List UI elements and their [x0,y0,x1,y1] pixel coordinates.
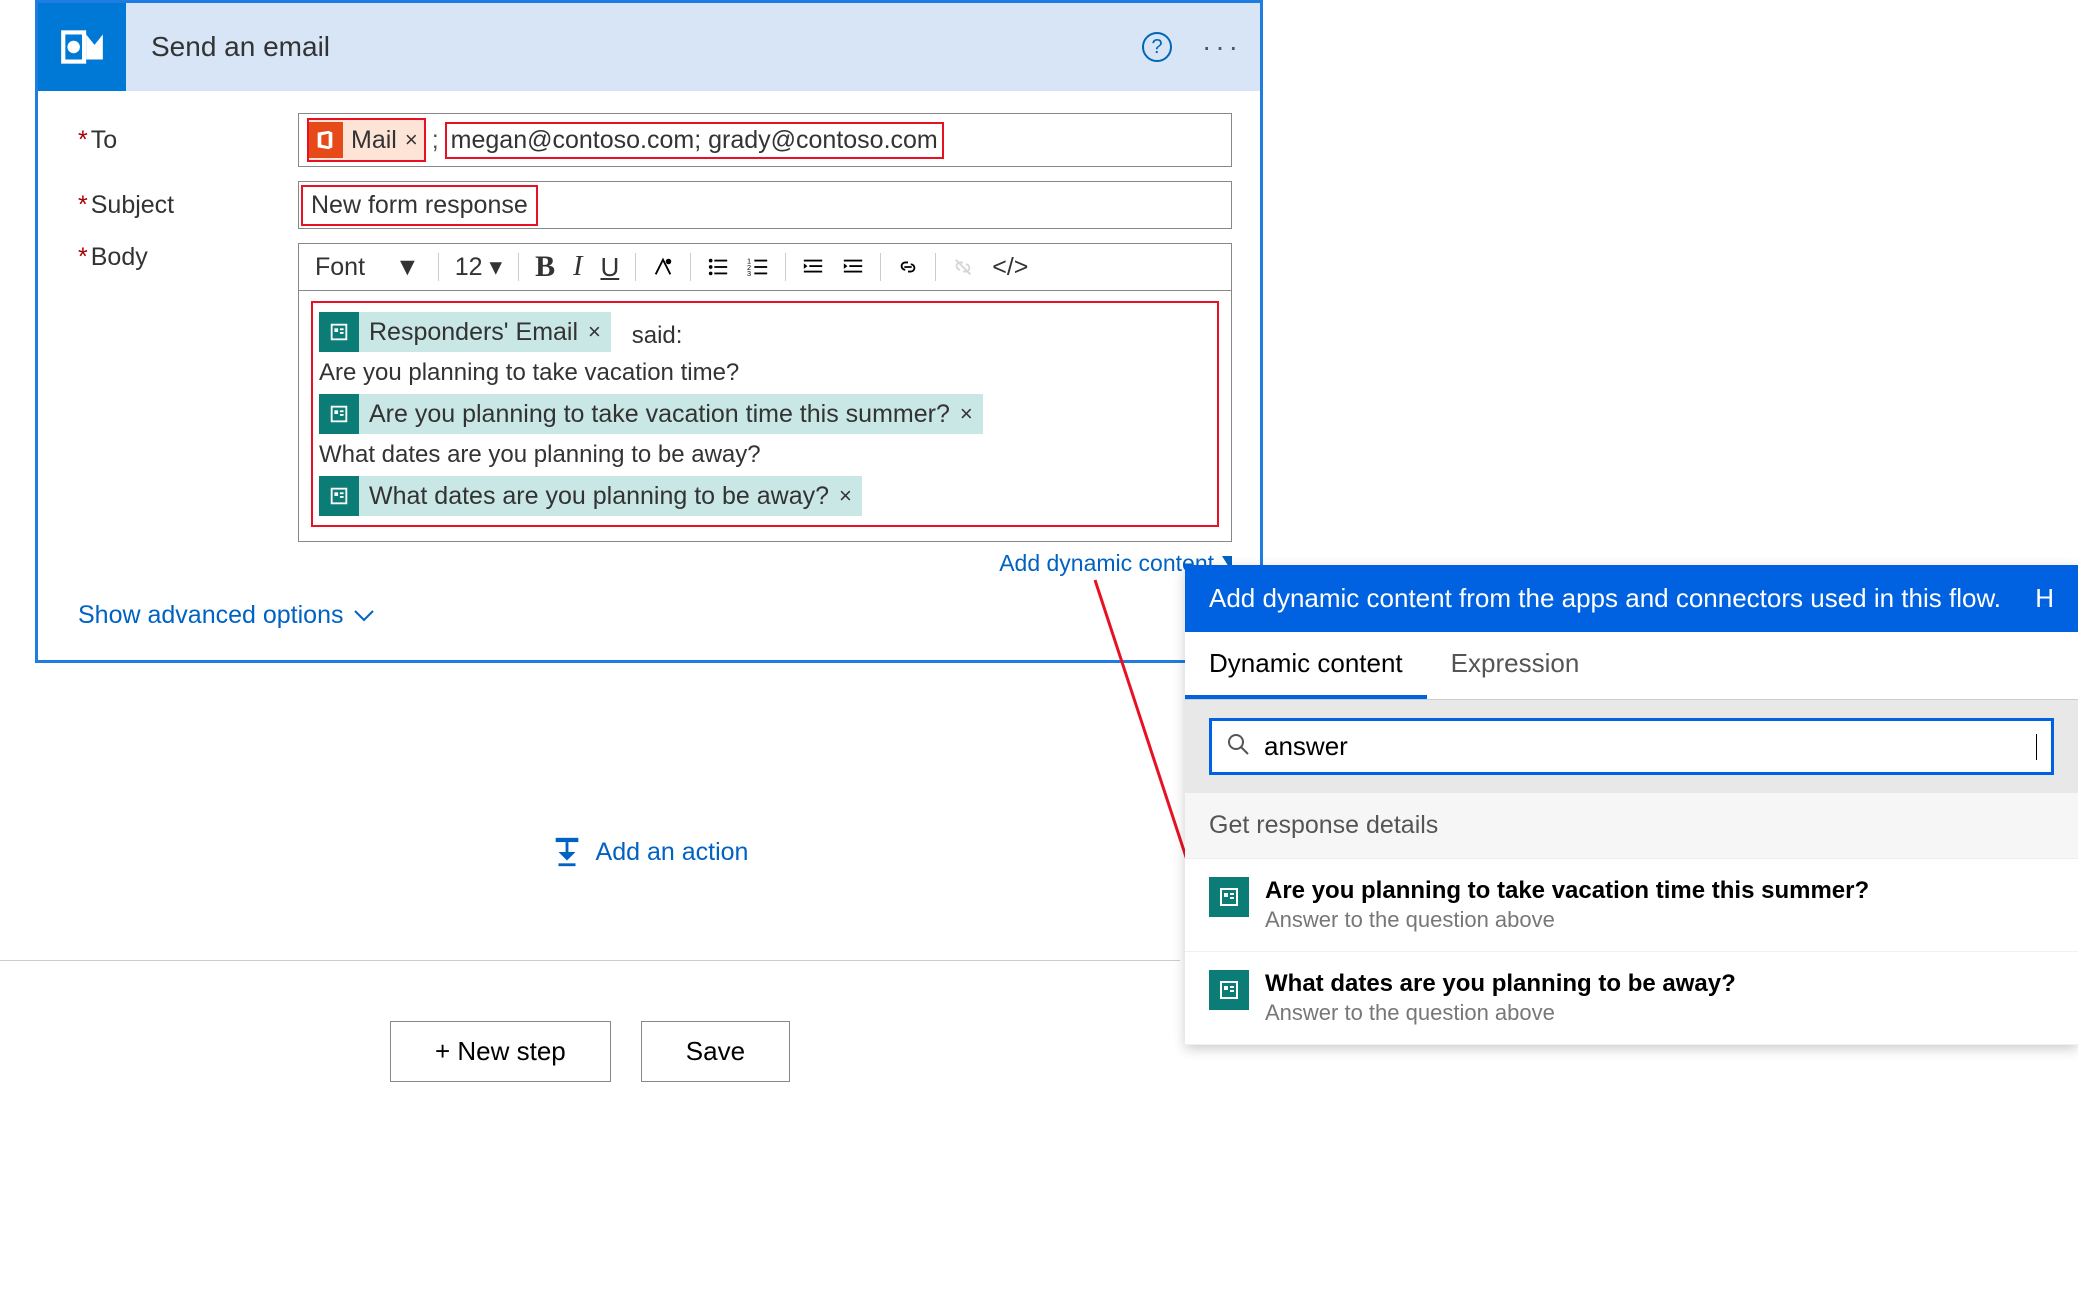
font-color-button[interactable] [648,254,678,280]
body-label: *Body [78,243,298,272]
to-label: *To [78,126,298,155]
body-text-said: said: [632,322,683,349]
body-text-q1: Are you planning to take vacation time? [319,359,1211,387]
subject-field[interactable]: New form response [298,181,1232,229]
forms-icon [319,476,359,516]
dynamic-item-q1[interactable]: Are you planning to take vacation time t… [1185,859,2078,952]
underline-button[interactable]: U [596,250,623,285]
body-row: *Body Font ▼ 12 ▾ B I U [78,243,1232,577]
dynamic-content-panel: Add dynamic content from the apps and co… [1185,565,2078,1045]
dynamic-item-q2[interactable]: What dates are you planning to be away? … [1185,952,2078,1045]
subject-label: *Subject [78,191,298,220]
svg-text:3: 3 [747,269,751,278]
to-addresses[interactable]: megan@contoso.com; grady@contoso.com [445,122,944,159]
dynamic-content-search[interactable] [1209,718,2054,775]
card-body: *To Mail × ; megan@contoso.com; grady@co… [38,91,1260,660]
add-action-icon [550,835,584,869]
indent-button[interactable] [838,254,868,280]
dynamic-content-tabs: Dynamic content Expression [1185,632,2078,700]
numbered-list-button[interactable]: 123 [743,254,773,280]
q2-answer-token[interactable]: What dates are you planning to be away? … [319,476,862,516]
hide-link[interactable]: H [2035,583,2054,614]
item-title: Are you planning to take vacation time t… [1265,877,1869,905]
search-input[interactable] [1264,731,2022,762]
to-row: *To Mail × ; megan@contoso.com; grady@co… [78,113,1232,167]
outdent-button[interactable] [798,254,828,280]
q1-answer-token[interactable]: Are you planning to take vacation time t… [319,394,983,434]
bullet-list-button[interactable] [703,254,733,280]
search-icon [1226,732,1250,761]
mail-token-label: Mail [351,126,397,155]
to-field[interactable]: Mail × ; megan@contoso.com; grady@contos… [298,113,1232,167]
remove-token[interactable]: × [839,483,852,509]
responders-email-token[interactable]: Responders' Email × [319,312,611,352]
item-desc: Answer to the question above [1265,1000,1736,1026]
forms-icon [319,394,359,434]
new-step-button[interactable]: + New step [390,1021,611,1082]
add-action-button[interactable]: Add an action [35,835,1263,869]
tab-expression[interactable]: Expression [1427,632,1604,699]
add-dynamic-content-link[interactable]: Add dynamic content [298,550,1232,577]
required-star: * [78,191,88,219]
required-star: * [78,243,88,271]
code-view-button[interactable]: </> [988,251,1032,284]
item-title: What dates are you planning to be away? [1265,970,1736,998]
font-select[interactable]: Font ▼ [309,251,426,284]
link-button[interactable] [893,254,923,280]
token-label: Responders' Email [369,318,578,347]
required-star: * [78,126,88,154]
token-label: Are you planning to take vacation time t… [369,400,950,429]
chevron-down-icon: ▼ [395,253,420,282]
help-icon[interactable]: ? [1142,32,1172,62]
card-title: Send an email [151,31,1142,63]
dynamic-content-search-wrap [1185,700,2078,793]
body-field: Font ▼ 12 ▾ B I U [298,243,1232,577]
send-email-card: Send an email ? ··· *To Mail × ; megan@c… [35,0,1263,663]
remove-token[interactable]: × [960,401,973,427]
unlink-button[interactable] [948,254,978,280]
item-desc: Answer to the question above [1265,907,1869,933]
section-get-response-details: Get response details [1185,793,2078,859]
dynamic-content-header: Add dynamic content from the apps and co… [1185,565,2078,632]
body-editor[interactable]: Responders' Email × said: Are you planni… [298,291,1232,542]
token-label: What dates are you planning to be away? [369,482,829,511]
chevron-down-icon: ▾ [490,252,503,282]
tab-dynamic-content[interactable]: Dynamic content [1185,632,1427,699]
forms-icon [319,312,359,352]
body-text-q2: What dates are you planning to be away? [319,441,1211,469]
save-button[interactable]: Save [641,1021,790,1082]
subject-input[interactable]: New form response [311,191,528,219]
more-menu-icon[interactable]: ··· [1202,31,1242,63]
text-cursor [2036,734,2037,760]
remove-mail-token[interactable]: × [405,127,418,153]
rich-text-toolbar: Font ▼ 12 ▾ B I U [298,243,1232,291]
footer-bar: + New step Save [0,960,1180,1142]
office-icon [307,122,343,158]
forms-icon [1209,970,1249,1010]
outlook-icon [38,3,126,91]
forms-icon [1209,877,1249,917]
bold-button[interactable]: B [531,248,559,286]
remove-token[interactable]: × [588,319,601,345]
italic-button[interactable]: I [569,249,586,285]
subject-row: *Subject New form response [78,181,1232,229]
mail-dynamic-token[interactable]: Mail × [307,118,426,162]
font-size-select[interactable]: 12 ▾ [451,250,506,284]
card-header: Send an email ? ··· [38,3,1260,91]
chevron-down-icon [353,601,375,630]
show-advanced-options[interactable]: Show advanced options [78,601,1232,630]
